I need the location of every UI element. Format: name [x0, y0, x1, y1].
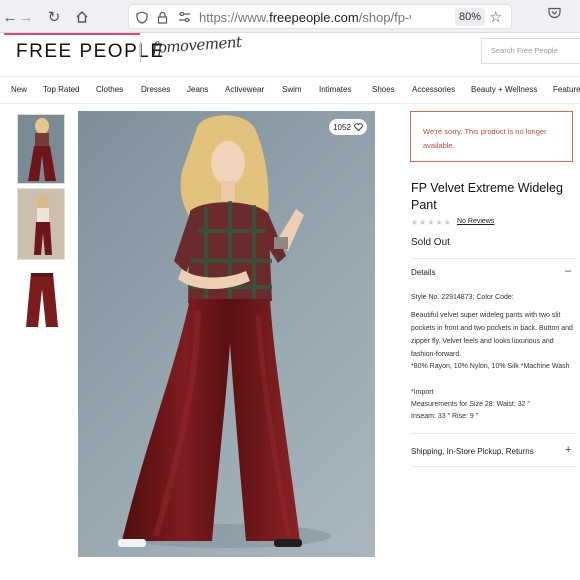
product-thumbnail-1[interactable]: [17, 114, 65, 184]
nav-item-beauty-wellness[interactable]: Beauty + Wellness: [471, 85, 537, 94]
like-counter-button[interactable]: 1052: [329, 119, 367, 135]
nav-item-top-rated[interactable]: Top Rated: [43, 85, 79, 94]
model-wearing-velvet-pants-image: [118, 115, 331, 548]
shield-icon[interactable]: [133, 8, 151, 26]
shipping-section-header[interactable]: Shipping, In-Store Pickup, Returns: [411, 447, 534, 456]
bookmark-star-icon[interactable]: ☆: [489, 8, 502, 26]
nav-item-shoes[interactable]: Shoes: [372, 85, 395, 94]
product-thumbnail-3[interactable]: [17, 264, 65, 332]
main-product-image[interactable]: [78, 111, 375, 557]
nav-item-activewear[interactable]: Activewear: [225, 85, 264, 94]
category-nav: New Top Rated Clothes Dresses Jeans Acti…: [0, 76, 580, 104]
section-divider: [411, 466, 577, 467]
unavailable-alert: We're sorry. This product is no longer a…: [410, 111, 573, 162]
nav-item-intimates[interactable]: Intimates: [319, 85, 351, 94]
product-description: Beautiful velvet super wideleg pants wit…: [411, 312, 573, 358]
reload-icon[interactable]: ↻: [44, 7, 64, 27]
site-search-input[interactable]: Search Free People: [481, 38, 580, 64]
fp-movement-logo[interactable]: fpmovement: [151, 33, 242, 57]
nav-item-jeans[interactable]: Jeans: [187, 85, 208, 94]
url-path: /shop/fp-vintage-velv: [358, 10, 411, 25]
details-section-header[interactable]: Details: [411, 268, 435, 277]
nav-item-dresses[interactable]: Dresses: [141, 85, 170, 94]
pocket-icon[interactable]: [548, 7, 561, 22]
style-number-text: Style No. 22914873; Color Code:: [411, 294, 514, 301]
section-divider: [411, 258, 577, 259]
nav-item-new[interactable]: New: [11, 85, 27, 94]
no-reviews-link[interactable]: No Reviews: [457, 218, 494, 225]
thumbnail-model-alt-image: [18, 189, 64, 259]
url-domain: freepeople.com: [269, 10, 359, 25]
free-people-logo[interactable]: FREE PEOPLE: [16, 41, 165, 63]
measurements-line-2: Inseam: 33 " Rise: 9 ": [411, 413, 479, 420]
address-bar[interactable]: https://www.freepeople.com/shop/fp-vinta…: [128, 4, 512, 29]
collapse-details-icon[interactable]: –: [565, 265, 571, 277]
thumbnail-pants-flat-image: [26, 273, 58, 327]
lock-icon[interactable]: [153, 8, 171, 26]
home-icon[interactable]: [72, 7, 92, 27]
product-title: FP Velvet Extreme Wideleg Pant: [411, 181, 563, 212]
url-text[interactable]: https://www.freepeople.com/shop/fp-vinta…: [199, 10, 411, 25]
section-divider: [411, 433, 577, 434]
nav-item-clothes[interactable]: Clothes: [96, 85, 123, 94]
heart-icon: [354, 123, 363, 131]
nav-item-swim[interactable]: Swim: [282, 85, 302, 94]
zoom-level-badge[interactable]: 80%: [455, 8, 485, 26]
nav-item-featured[interactable]: Feature: [553, 85, 580, 94]
search-placeholder: Search Free People: [491, 46, 558, 55]
browser-toolbar: ← → ↻ https://www.freepeople.com/shop/fp…: [0, 0, 580, 33]
brand-accent-line: [4, 33, 140, 35]
like-count: 1052: [333, 122, 351, 132]
sold-out-status: Sold Out: [411, 237, 450, 248]
permissions-icon[interactable]: [175, 8, 193, 26]
header-divider: [140, 41, 141, 63]
product-thumbnail-2[interactable]: [17, 188, 65, 260]
material-text: *80% Rayon, 10% Nylon, 10% Silk *Machine…: [411, 363, 570, 370]
forward-arrow-icon[interactable]: →: [16, 7, 36, 27]
nav-item-accessories[interactable]: Accessories: [412, 85, 455, 94]
rating-stars: ★★★★★: [411, 218, 452, 227]
expand-shipping-icon[interactable]: +: [565, 444, 571, 456]
thumbnail-model-front-image: [28, 118, 56, 181]
url-prefix: https://www.: [199, 10, 270, 25]
